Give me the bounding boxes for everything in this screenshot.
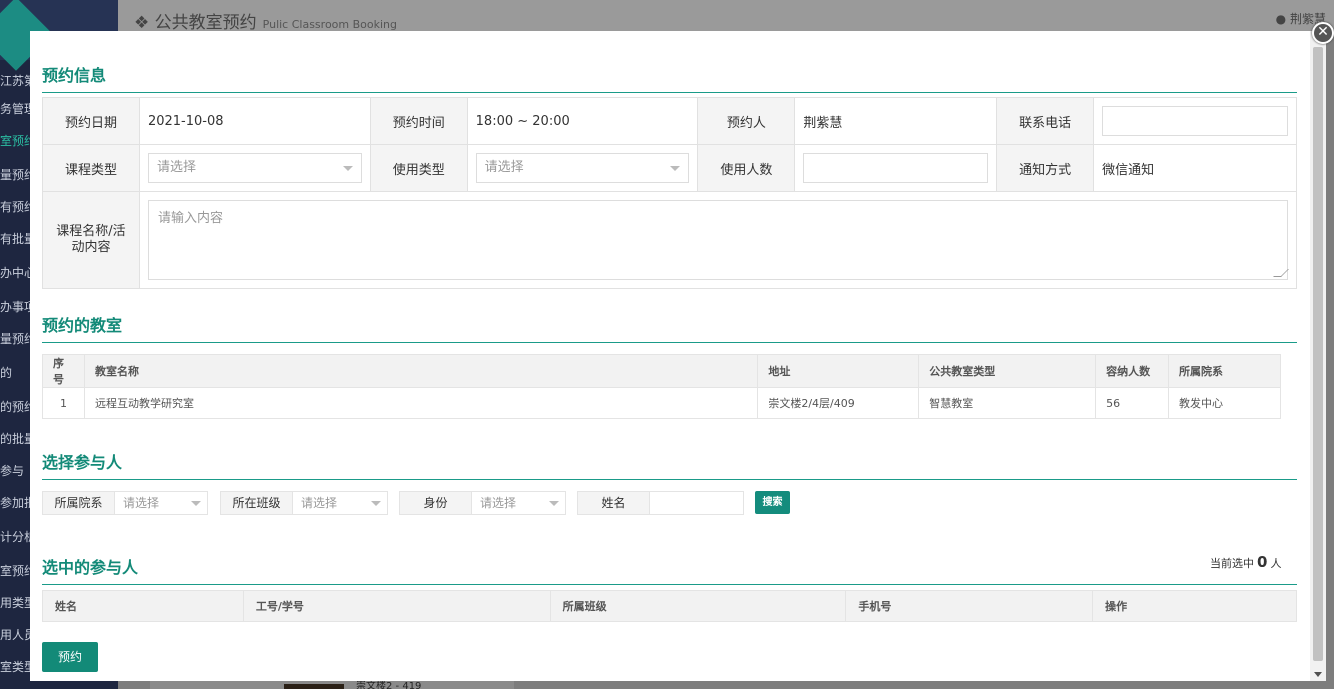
booking-modal: 预约信息 预约日期 2021-10-08 预约时间 18:00 ~ 20:00 … — [30, 31, 1326, 681]
classroom-table: 序号 教室名称 地址 公共教室类型 容纳人数 所属院系 1 远程互动教学研究室 … — [42, 354, 1281, 419]
chevron-down-icon — [371, 501, 381, 506]
use-type-select[interactable]: 请选择 — [475, 153, 690, 183]
section-selected-participants: 选中的参与人 — [42, 554, 1297, 585]
count-input[interactable] — [803, 153, 989, 183]
scroll-down-icon[interactable] — [1314, 672, 1322, 677]
chevron-down-icon — [342, 166, 353, 171]
table-row: 1 远程互动教学研究室 崇文楼2/4层/409 智慧教室 56 教发中心 — [42, 387, 1281, 419]
course-type-select[interactable]: 请选择 — [147, 153, 362, 183]
column-header: 教室名称 — [83, 354, 759, 388]
column-header: 姓名 — [42, 590, 244, 622]
dept-filter[interactable]: 所属院系 请选择 — [42, 491, 208, 515]
chevron-down-icon — [549, 501, 559, 506]
column-header: 手机号 — [845, 590, 1094, 622]
user-icon: ● — [1275, 12, 1287, 26]
page-title: ❖ 公共教室预约 Pulic Classroom Booking — [134, 13, 398, 33]
use-type-label: 使用类型 — [369, 144, 468, 192]
booking-form: 预约日期 2021-10-08 预约时间 18:00 ~ 20:00 预约人 荆… — [42, 97, 1298, 289]
content-label: 课程名称/活动内容 — [42, 191, 140, 289]
selected-count: 当前选中 0 人 — [1210, 553, 1282, 571]
column-header: 所属班级 — [549, 590, 847, 622]
section-choose-participants: 选择参与人 — [42, 449, 1297, 480]
column-header: 操作 — [1092, 590, 1297, 622]
count-label: 使用人数 — [697, 144, 796, 192]
content-textarea[interactable]: 请输入内容 — [147, 200, 1289, 280]
chevron-down-icon — [670, 166, 681, 171]
course-type-label: 课程类型 — [42, 144, 140, 192]
table-cell: 智慧教室 — [918, 387, 1097, 419]
date-value: 2021-10-08 — [138, 97, 371, 145]
close-icon[interactable]: ✕ — [1312, 22, 1334, 44]
background-card: 崇文楼2 - 419 — [150, 680, 514, 689]
cubes-icon: ❖ — [134, 13, 150, 33]
table-cell: 远程互动教学研究室 — [83, 387, 759, 419]
person-label: 预约人 — [697, 97, 796, 145]
name-input[interactable] — [650, 492, 743, 514]
notify-value: 微信通知 — [1093, 144, 1297, 192]
section-booking-info: 预约信息 — [42, 62, 1297, 93]
phone-input[interactable] — [1102, 106, 1288, 136]
column-header: 地址 — [757, 354, 920, 388]
column-header: 工号/学号 — [242, 590, 551, 622]
classroom-thumbnail — [284, 684, 344, 689]
person-value: 荆紫慧 — [794, 97, 998, 145]
table-cell: 56 — [1095, 387, 1170, 419]
column-header: 容纳人数 — [1095, 354, 1170, 388]
class-filter[interactable]: 所在班级 请选择 — [220, 491, 388, 515]
phone-label: 联系电话 — [996, 97, 1095, 145]
table-cell: 教发中心 — [1168, 387, 1281, 419]
time-value: 18:00 ~ 20:00 — [466, 97, 699, 145]
section-classroom: 预约的教室 — [42, 312, 1297, 343]
chevron-down-icon — [191, 501, 201, 506]
column-header: 所属院系 — [1168, 354, 1281, 388]
scrollbar-thumb[interactable] — [1313, 47, 1323, 661]
date-label: 预约日期 — [42, 97, 140, 145]
search-button[interactable]: 搜索 — [755, 491, 790, 514]
table-cell: 崇文楼2/4层/409 — [757, 387, 920, 419]
dept-select[interactable]: 请选择 — [115, 492, 207, 514]
name-filter[interactable]: 姓名 — [577, 491, 744, 515]
identity-filter[interactable]: 身份 请选择 — [399, 491, 566, 515]
class-select[interactable]: 请选择 — [293, 492, 387, 514]
identity-select[interactable]: 请选择 — [472, 492, 565, 514]
modal-scrollbar[interactable] — [1310, 31, 1326, 681]
column-header: 序号 — [42, 354, 85, 388]
time-label: 预约时间 — [369, 97, 468, 145]
table-cell: 1 — [42, 387, 85, 419]
selected-table: 姓名 工号/学号 所属班级 手机号 操作 — [42, 590, 1297, 622]
notify-label: 通知方式 — [996, 144, 1095, 192]
resize-handle-icon[interactable] — [1273, 269, 1289, 277]
column-header: 公共教室类型 — [918, 354, 1097, 388]
submit-booking-button[interactable]: 预约 — [42, 642, 98, 672]
